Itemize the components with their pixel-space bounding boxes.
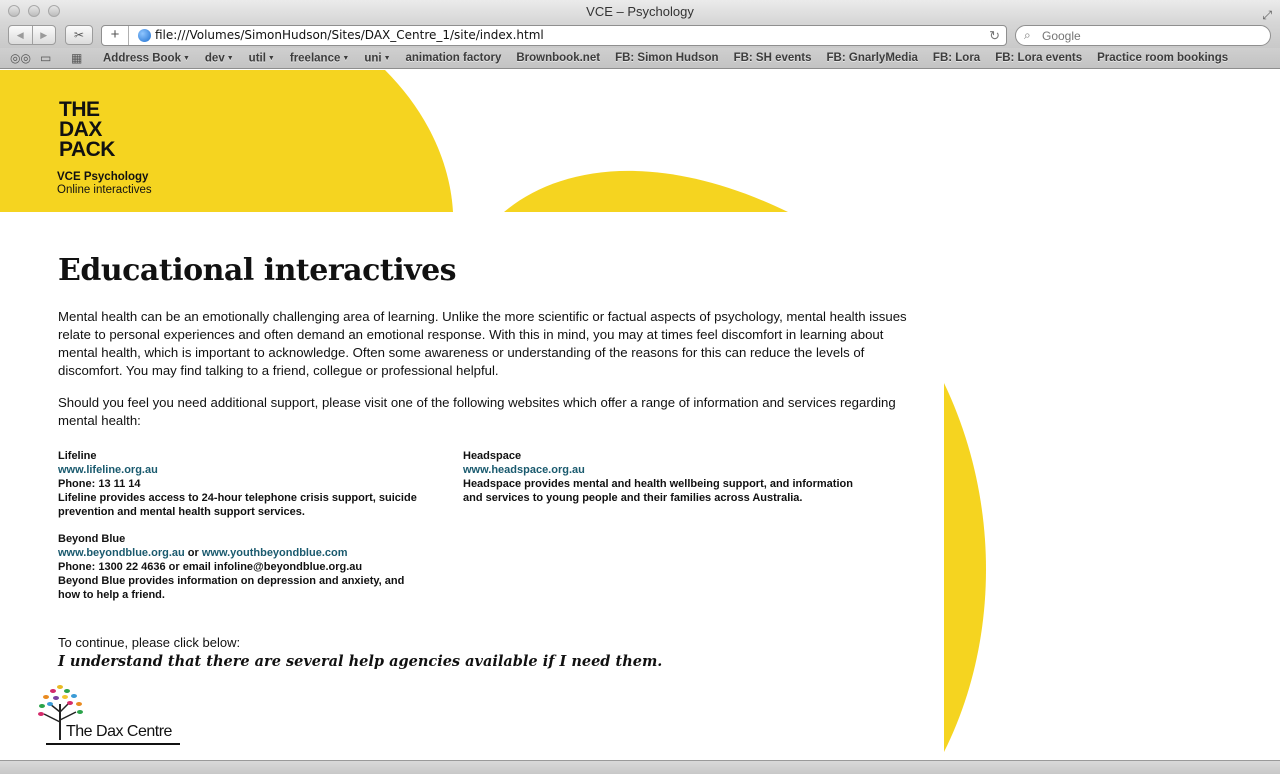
scissors-icon: ✂ [73,28,85,42]
support-paragraph: Should you feel you need additional supp… [58,395,896,428]
bookmark-item[interactable]: animation factory [406,48,502,70]
intro-paragraph: Mental health can be an emotionally chal… [58,309,907,378]
bookmark-label: Practice room bookings [1097,52,1229,64]
dax-pack-logo: THE DAX PACK [59,98,115,161]
bookmark-label: FB: Simon Hudson [615,52,719,64]
dropdown-arrow-icon: ▼ [226,55,234,62]
bookmark-label: Address Book [103,52,181,65]
search-input[interactable] [1042,26,1262,45]
bookmark-label: animation factory [405,52,502,64]
search-icon: ⌕ [1024,28,1031,42]
course-tagline: Online interactives [57,184,152,196]
dropdown-arrow-icon: ▼ [267,55,275,62]
bookmark-label: FB: GnarlyMedia [826,52,918,64]
globe-icon [138,29,151,42]
beyondblue-link[interactable]: www.beyondblue.org.au [58,547,185,559]
minimize-window-button[interactable] [28,5,40,17]
org-lifeline: Lifeline www.lifeline.org.au Phone: 13 1… [58,449,418,519]
bookmark-item[interactable]: FB: Lora events [995,48,1082,70]
page-heading: Educational interactives [58,253,457,288]
lifeline-link[interactable]: www.lifeline.org.au [58,464,158,476]
bookmark-item[interactable]: Address Book ▼ [103,48,190,70]
org-beyondblue: Beyond Blue www.beyondblue.org.au or www… [58,532,418,602]
course-title: VCE Psychology [57,171,149,183]
continue-prompt: To continue, please click below: [58,635,241,650]
or-text: or [187,547,199,559]
bookmark-label: FB: Lora events [995,52,1083,64]
bookmark-item[interactable]: FB: SH events [734,48,812,70]
reload-icon[interactable]: ↻ [989,26,1000,45]
org-name: Beyond Blue [58,533,126,545]
bookmark-item[interactable]: freelance ▼ [290,48,349,70]
reading-list-icon[interactable]: ◎◎ [10,51,31,65]
bookmarks-bar: ◎◎ ▭ ▦ Address Book ▼ dev ▼ util ▼ freelance ▼ u… [0,48,1280,69]
bookmark-list: Address Book ▼ dev ▼ util ▼ freelance ▼ uni ▼ anim… [103,48,1243,70]
forward-button[interactable]: ▶ [33,26,56,44]
org-name: Headspace [463,450,522,462]
org-phone: Phone: 13 11 14 [58,478,141,490]
snip-button[interactable]: ✂ [65,25,93,45]
org-phone: Phone: 1300 22 4636 or email infoline@be… [58,561,363,573]
understand-link[interactable]: I understand that there are several help… [58,653,662,670]
bookmark-label: dev [204,52,225,65]
search-field[interactable]: ⌕ [1015,25,1271,46]
top-sites-grid-icon[interactable]: ▦ [71,51,82,65]
back-button[interactable]: ◀ [9,26,33,44]
org-headspace: Headspace www.headspace.org.au Headspace… [463,449,853,505]
dax-centre-logo-text: The Dax Centre [66,723,172,740]
bookmark-label: util [248,52,266,65]
bookmark-item[interactable]: FB: Simon Hudson [615,48,719,70]
org-description: Headspace provides mental and health wel… [463,478,853,504]
youthbeyondblue-link[interactable]: www.youthbeyondblue.com [202,547,348,559]
bookmark-label: uni [364,52,382,65]
yellow-arc-shape [504,170,788,212]
bookmarks-book-icon[interactable]: ▭ [40,51,51,65]
org-name: Lifeline [58,450,97,462]
close-window-button[interactable] [8,5,20,17]
dropdown-arrow-icon: ▼ [182,55,190,62]
web-page: THE DAX PACK VCE Psychology Online inter… [0,70,1280,760]
bookmark-label: Brownbook.net [516,52,601,64]
bookmark-label: FB: SH events [733,52,812,64]
status-bar [0,760,1280,774]
logo-line-1: THE [59,98,100,121]
bookmark-item[interactable]: FB: GnarlyMedia [827,48,918,70]
window-titlebar: VCE – Psychology ⤢ [0,0,1280,23]
add-bookmark-button[interactable]: + [102,26,129,45]
org-description: Beyond Blue provides information on depr… [58,575,405,601]
bookmark-item[interactable]: uni ▼ [364,48,390,70]
dropdown-arrow-icon: ▼ [342,55,350,62]
logo-line-3: PACK [59,138,115,161]
bookmark-item[interactable]: Brownbook.net [516,48,600,70]
org-links: www.beyondblue.org.au or www.youthbeyond… [58,546,418,560]
bookmark-item[interactable]: Practice room bookings [1097,48,1228,70]
window-title: VCE – Psychology [586,4,694,19]
bookmark-item[interactable]: FB: Lora [933,48,980,70]
headspace-link[interactable]: www.headspace.org.au [463,464,585,476]
yellow-half-circle-shape [944,383,986,752]
bookmark-label: FB: Lora [932,52,981,64]
logo-line-2: DAX [59,118,102,141]
bookmark-item[interactable]: util ▼ [249,48,275,70]
bookmark-item[interactable]: dev ▼ [205,48,234,70]
zoom-window-button[interactable] [48,5,60,17]
dropdown-arrow-icon: ▼ [383,55,391,62]
address-bar[interactable]: + file:///Volumes/SimonHudson/Sites/DAX_… [101,25,1007,46]
nav-buttons: ◀ ▶ [8,25,56,45]
url-text[interactable]: file:///Volumes/SimonHudson/Sites/DAX_Ce… [155,26,544,45]
org-description: Lifeline provides access to 24-hour tele… [58,492,417,518]
browser-toolbar: ◀ ▶ ✂ + file:///Volumes/SimonHudson/Site… [0,23,1280,48]
bookmark-label: freelance [289,52,341,65]
